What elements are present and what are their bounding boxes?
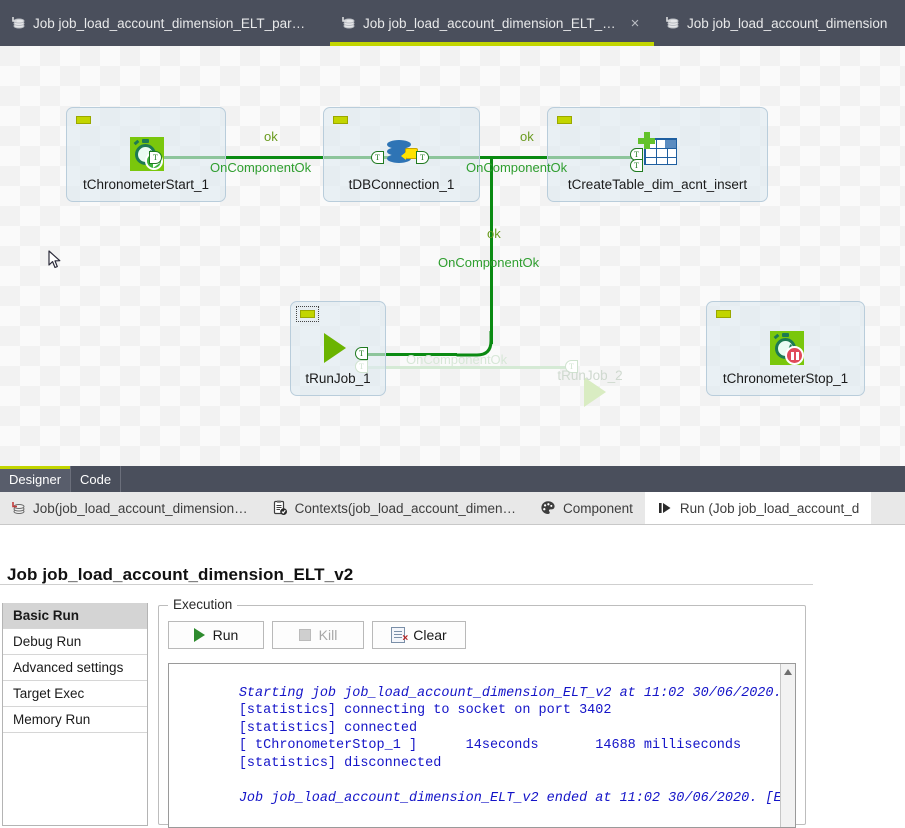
clear-icon: × — [391, 627, 409, 644]
node-label: tChronometerStop_1 — [722, 371, 849, 386]
node-tcreatetable[interactable]: tCreateTable_dim_acnt_insert — [547, 107, 768, 202]
editor-tab-label: Job job_load_account_dimension_ELT_par… — [33, 15, 306, 31]
list-item-basic-run[interactable]: Basic Run — [3, 603, 147, 629]
connection-trigger-label-2: OnComponentOk — [466, 160, 568, 175]
tab-code-label: Code — [80, 471, 112, 487]
run-button[interactable]: Run — [168, 621, 264, 649]
play-icon — [193, 628, 205, 642]
run-section-list[interactable]: Basic Run Debug Run Advanced settings Ta… — [2, 603, 148, 826]
connection-wire-3-vert — [490, 159, 493, 344]
clear-button-label: Clear — [413, 627, 447, 643]
node-label: tChronometerStart_1 — [82, 177, 210, 192]
editor-tab-label: Job job_load_account_dimension_ELT_… — [363, 15, 616, 31]
kill-button-label: Kill — [318, 627, 338, 643]
node-label: tRunJob_1 — [305, 371, 371, 386]
tab-component-view[interactable]: Component — [528, 492, 645, 524]
list-item-label: Memory Run — [13, 712, 91, 727]
connection-trigger-label-1: OnComponentOk — [210, 160, 312, 175]
run-icon — [657, 500, 673, 516]
editor-tab-2[interactable]: Job job_load_account_dimension_ELT_… × — [330, 0, 654, 46]
execution-legend: Execution — [168, 597, 238, 612]
console-line-7: Job job_load_account_dimension_ELT_v2 en… — [174, 772, 790, 825]
tab-run-view[interactable]: Run (Job job_load_account_d — [644, 492, 872, 524]
port-trigger-out-runjob1[interactable]: T — [355, 347, 368, 360]
collapse-icon[interactable] — [333, 116, 348, 124]
tab-designer-label: Designer — [9, 471, 62, 487]
mouse-cursor — [48, 250, 62, 270]
run-button-label: Run — [212, 627, 239, 643]
tab-component-view-label: Component — [563, 500, 633, 516]
tab-run-view-label: Run (Job job_load_account_d — [679, 500, 860, 516]
kill-button[interactable]: Kill — [272, 621, 364, 649]
console-output[interactable]: Starting job job_load_account_dimension_… — [168, 663, 796, 828]
clear-button[interactable]: × Clear — [372, 621, 466, 649]
tab-job-view[interactable]: Job(job_load_account_dimension… — [0, 492, 260, 524]
node-trunjob-1[interactable]: tRunJob_1 — [290, 301, 386, 396]
component-icon — [540, 500, 556, 516]
editor-tab-label: Job job_load_account_dimension — [687, 15, 888, 31]
node-tchronometerstop[interactable]: tChronometerStop_1 — [706, 301, 865, 396]
list-item-label: Basic Run — [13, 608, 80, 623]
collapse-icon[interactable] — [716, 310, 731, 318]
page-title: Job job_load_account_dimension_ELT_v2 — [7, 565, 354, 584]
job-icon — [340, 15, 356, 31]
job-designer-canvas[interactable]: tChronometerStart_1 T tDBConnection_1 T … — [0, 46, 905, 466]
list-item-target-exec[interactable]: Target Exec — [3, 681, 147, 707]
tab-code[interactable]: Code — [71, 466, 122, 492]
tab-designer[interactable]: Designer — [0, 466, 72, 492]
close-icon[interactable]: × — [631, 16, 640, 31]
connection-trigger-label-3: OnComponentOk — [438, 255, 540, 270]
node-label: tDBConnection_1 — [348, 177, 455, 192]
console-scrollbar[interactable] — [780, 664, 795, 827]
editor-tab-bar: Job job_load_account_dimension_ELT_par… … — [0, 0, 905, 46]
job-icon — [10, 500, 26, 516]
job-icon — [10, 15, 26, 31]
port-trigger-out-1[interactable]: T — [149, 151, 162, 164]
stop-icon — [298, 629, 311, 641]
port-trigger-in-3b[interactable]: T — [630, 159, 643, 172]
editor-tab-3[interactable]: Job job_load_account_dimension — [654, 0, 905, 46]
list-item-debug-run[interactable]: Debug Run — [3, 629, 147, 655]
contexts-icon — [272, 500, 288, 516]
collapse-icon[interactable] — [557, 116, 572, 124]
collapse-icon[interactable] — [296, 306, 319, 322]
job-icon — [664, 15, 680, 31]
chevron-up-icon[interactable] — [784, 669, 792, 675]
create-table-icon — [638, 132, 680, 166]
node-tchronometerstart[interactable]: tChronometerStart_1 — [66, 107, 226, 202]
list-item-advanced-settings[interactable]: Advanced settings — [3, 655, 147, 681]
port-trigger-out-runjob1-b[interactable]: T — [355, 360, 368, 373]
node-label: tCreateTable_dim_acnt_insert — [567, 177, 748, 192]
tab-job-view-label: Job(job_load_account_dimension… — [33, 500, 248, 516]
tab-contexts-view[interactable]: Contexts(job_load_account_dimen… — [260, 492, 528, 524]
run-view-panel: Job job_load_account_dimension_ELT_v2 Ba… — [0, 525, 905, 828]
tab-contexts-view-label: Contexts(job_load_account_dimen… — [294, 500, 517, 516]
list-item-label: Advanced settings — [13, 660, 124, 675]
talend-studio-window: Job job_load_account_dimension_ELT_par… … — [0, 0, 905, 828]
bottom-view-tab-bar: Job(job_load_account_dimension… Contexts… — [0, 492, 905, 525]
clear-badge: × — [402, 633, 409, 644]
editor-tab-1[interactable]: Job job_load_account_dimension_ELT_par… — [0, 0, 330, 46]
port-trigger-in-2[interactable]: T — [371, 151, 384, 164]
list-item-label: Debug Run — [13, 634, 82, 649]
node-label-faded: tRunJob_2 — [557, 368, 623, 383]
chronometer-stop-icon — [770, 331, 804, 365]
node-tdbconnection[interactable]: tDBConnection_1 — [323, 107, 480, 202]
connection-trigger-label-4-faded: OnComponentOk — [406, 352, 508, 367]
connection-ok-label-1: ok — [264, 129, 278, 144]
console-text-7: Job job_load_account_dimension_ELT_v2 en… — [238, 790, 790, 806]
designer-code-tab-bar: Designer Code — [0, 466, 905, 492]
list-item-memory-run[interactable]: Memory Run — [3, 707, 147, 733]
collapse-icon[interactable] — [76, 116, 91, 124]
db-connection-icon — [384, 138, 418, 168]
list-item-label: Target Exec — [13, 686, 85, 701]
connection-ok-label-2: ok — [520, 129, 534, 144]
port-trigger-out-2[interactable]: T — [416, 151, 429, 164]
run-job-icon — [324, 333, 346, 363]
connection-ok-label-3: ok — [487, 226, 501, 241]
